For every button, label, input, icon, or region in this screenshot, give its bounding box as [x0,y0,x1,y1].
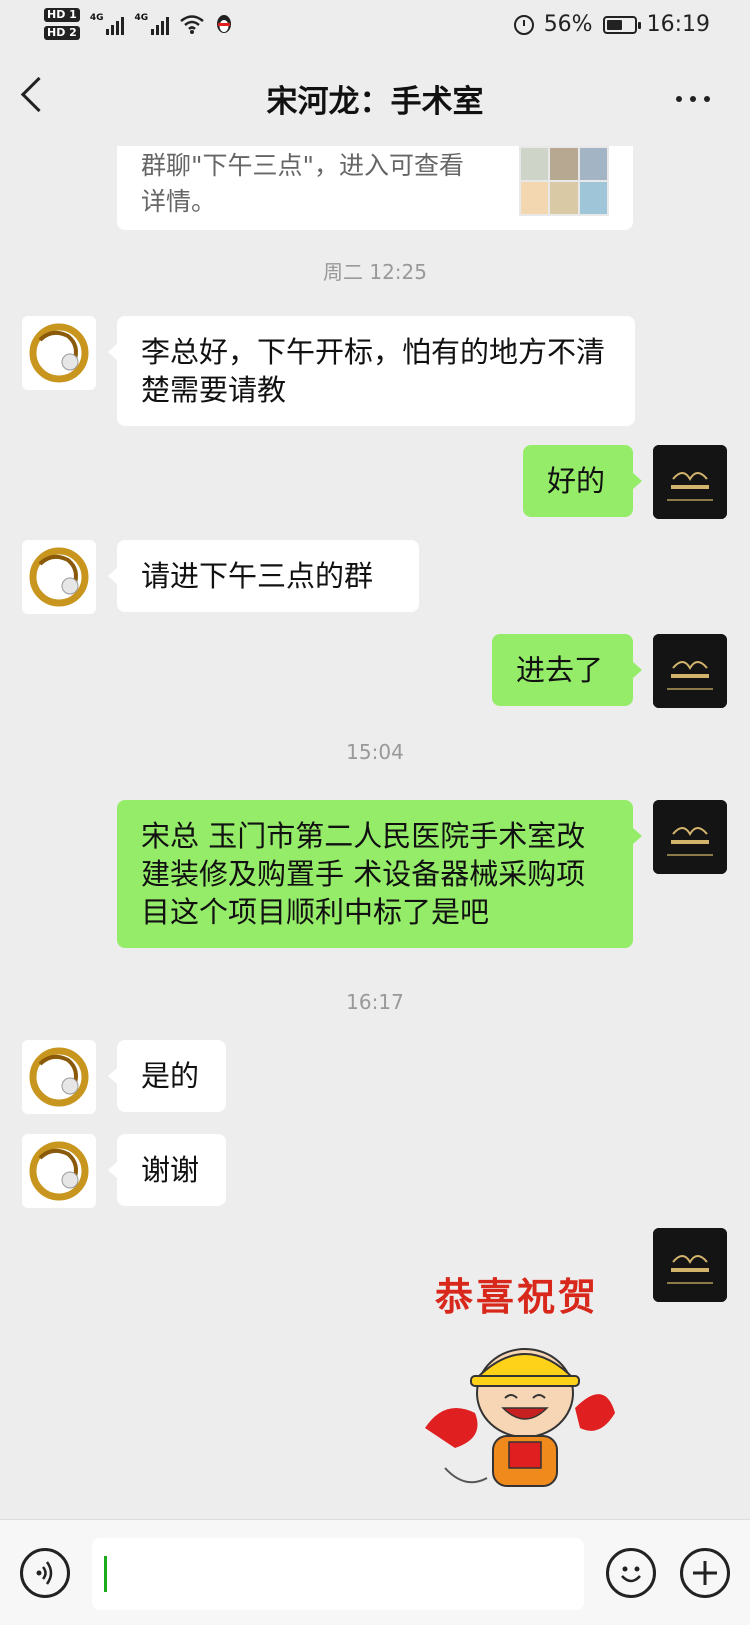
signal-icon: 4G [90,13,125,35]
alarm-icon [513,14,534,35]
sim2-badge: HD 2 [44,26,80,40]
message-bubble[interactable]: 好的 [523,445,642,517]
timestamp: 15:04 [346,740,404,764]
message-bubble[interactable]: 谢谢 [108,1134,226,1206]
battery-percent: 56% [543,12,593,37]
battery-icon [602,15,641,34]
message-input[interactable] [92,1538,584,1610]
dragon-avatar-icon [29,1141,89,1201]
brand-logo-avatar-icon [653,800,727,874]
group-invite-card[interactable]: 群聊"下午三点"，进入可查看详情。 [117,146,633,230]
chat-title: 宋河龙：手术室 [266,84,484,120]
group-avatar-grid [519,146,609,216]
signal-icon: 4G [134,13,170,35]
message-bubble[interactable]: 宋总 玉门市第二人民医院手术室改建装修及购置手 术设备器械采购项目这个项目顺利中… [117,800,642,948]
text-caret [104,1556,107,1592]
dragon-avatar-icon [29,1047,89,1107]
input-bar [0,1519,750,1625]
more-dots-icon[interactable] [676,96,710,102]
avatar[interactable] [653,800,727,874]
avatar[interactable] [22,540,96,614]
avatar[interactable] [653,445,727,519]
congratulations-sticker[interactable]: 恭喜祝贺 [415,1266,635,1496]
avatar[interactable] [653,1228,727,1302]
status-bar: HD 1 HD 2 4G 4G 56% 16:19 [0,0,750,52]
timestamp: 周二 12:25 [323,260,427,284]
avatar[interactable] [22,1134,96,1208]
sticker-caption: 恭喜祝贺 [435,1274,600,1319]
dragon-avatar-icon [29,323,89,383]
message-bubble[interactable]: 进去了 [492,634,642,706]
timestamp: 16:17 [346,990,404,1014]
brand-logo-avatar-icon [653,1228,727,1302]
sim1-badge: HD 1 [44,8,80,22]
dragon-avatar-icon [29,547,89,607]
brand-logo-avatar-icon [653,634,727,708]
clock: 16:19 [646,12,710,37]
wifi-icon [180,15,204,34]
message-bubble[interactable]: 请进下午三点的群 [108,540,419,612]
message-bubble[interactable]: 李总好，下午开标，怕有的地方不清楚需要请教 [108,316,635,426]
group-card-text: 群聊"下午三点"，进入可查看详情。 [141,151,464,216]
avatar[interactable] [22,316,96,390]
avatar[interactable] [22,1040,96,1114]
plus-icon[interactable] [680,1548,730,1598]
avatar[interactable] [653,634,727,708]
voice-icon[interactable] [20,1548,70,1598]
emoji-icon[interactable] [606,1548,656,1598]
chat-header: 宋河龙：手术室 [0,52,750,146]
construction-worker-sticker-icon [425,1348,615,1487]
brand-logo-avatar-icon [653,445,727,519]
message-bubble[interactable]: 是的 [108,1040,226,1112]
message-list[interactable]: 群聊"下午三点"，进入可查看详情。 周二 12:25 李总好，下午开标，怕有的地… [0,146,750,1519]
qq-penguin-icon [217,15,232,33]
